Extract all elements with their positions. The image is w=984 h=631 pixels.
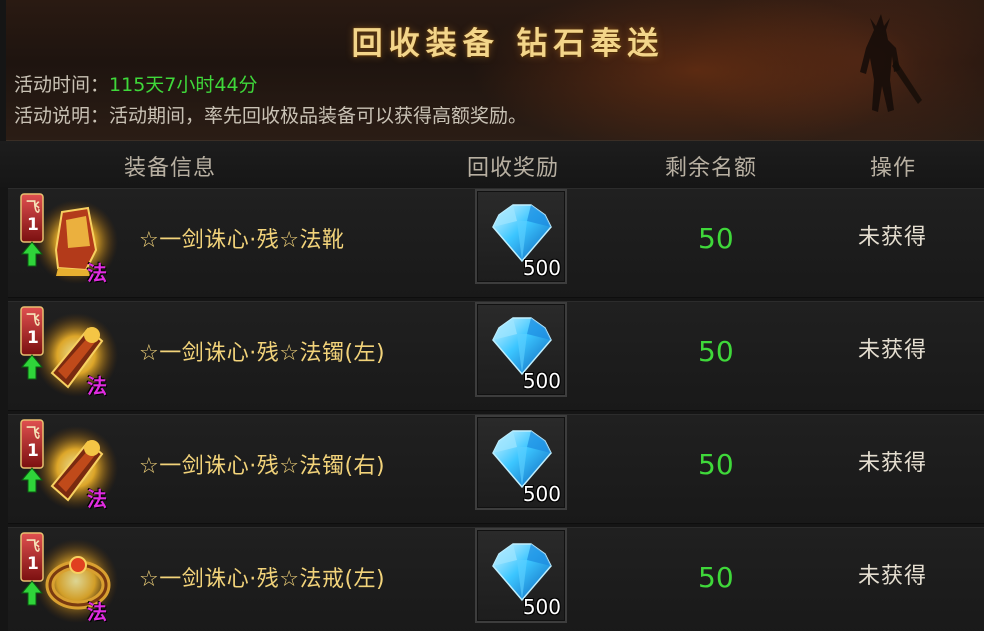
fly-tag: 飞 bbox=[26, 313, 40, 329]
fly-tag: 飞 bbox=[26, 200, 40, 216]
status-text: 未获得 bbox=[858, 451, 928, 476]
activity-desc-label: 活动说明： bbox=[14, 105, 110, 127]
status-text: 未获得 bbox=[858, 338, 928, 363]
class-tag: 法 bbox=[87, 600, 107, 624]
remaining-count: 50 bbox=[698, 448, 734, 481]
banner-title: 回收装备 钻石奉送 bbox=[351, 26, 665, 62]
activity-time-label: 活动时间： bbox=[14, 74, 110, 96]
remaining-count: 50 bbox=[698, 561, 734, 594]
remaining-count: 50 bbox=[698, 335, 734, 368]
fly-tag: 飞 bbox=[26, 426, 40, 442]
reward-quantity: 500 bbox=[522, 256, 561, 280]
reward-quantity: 500 bbox=[522, 369, 561, 393]
reward-slot[interactable]: 500 bbox=[475, 415, 567, 510]
class-tag: 法 bbox=[87, 261, 107, 285]
level-tag: 1 bbox=[27, 441, 39, 461]
level-tag: 1 bbox=[27, 215, 39, 235]
reward-slot[interactable]: 500 bbox=[475, 528, 567, 623]
reward-slot[interactable]: 500 bbox=[475, 302, 567, 397]
class-tag: 法 bbox=[87, 374, 107, 398]
fly-tag: 飞 bbox=[26, 539, 40, 555]
table-row: 飞 1 法 ☆一剑诛心·残☆法镯(右) 500 50 未获得 bbox=[8, 414, 984, 524]
header-operation: 操作 bbox=[870, 156, 917, 181]
header-remaining: 剩余名额 bbox=[665, 156, 758, 181]
reward-slot[interactable]: 500 bbox=[475, 189, 567, 284]
class-tag: 法 bbox=[87, 487, 107, 511]
reward-quantity: 500 bbox=[522, 482, 561, 506]
level-tag: 1 bbox=[27, 554, 39, 574]
status-text: 未获得 bbox=[858, 564, 928, 589]
level-tag: 1 bbox=[27, 328, 39, 348]
activity-time-line: 活动时间：115天7小时44分 bbox=[14, 70, 258, 97]
reward-quantity: 500 bbox=[522, 595, 561, 619]
header-reward: 回收奖励 bbox=[467, 156, 560, 181]
table-header: 装备信息 回收奖励 剩余名额 操作 bbox=[0, 141, 984, 187]
item-name: ☆一剑诛心·残☆法镯(右) bbox=[139, 454, 386, 479]
table-row: 飞 1 法 ☆一剑诛心·残☆法靴 500 50 未获得 bbox=[8, 188, 984, 298]
activity-time-value: 115天7小时44分 bbox=[109, 74, 258, 96]
item-name: ☆一剑诛心·残☆法靴 bbox=[139, 228, 345, 253]
activity-desc-line: 活动说明：活动期间，率先回收极品装备可以获得高额奖励。 bbox=[14, 101, 527, 128]
table-row: 飞 1 法 ☆一剑诛心·残☆法戒(左) 500 50 未获得 bbox=[8, 527, 984, 631]
status-text: 未获得 bbox=[858, 225, 928, 250]
header-equipment-info: 装备信息 bbox=[124, 156, 217, 181]
event-banner: 回收装备 钻石奉送 活动时间：115天7小时44分 活动说明：活动期间，率先回收… bbox=[6, 0, 984, 141]
item-name: ☆一剑诛心·残☆法戒(左) bbox=[139, 567, 386, 592]
activity-desc-value: 活动期间，率先回收极品装备可以获得高额奖励。 bbox=[109, 105, 528, 127]
remaining-count: 50 bbox=[698, 222, 734, 255]
item-name: ☆一剑诛心·残☆法镯(左) bbox=[139, 341, 386, 366]
table-row: 飞 1 法 ☆一剑诛心·残☆法镯(左) 500 50 未获得 bbox=[8, 301, 984, 411]
